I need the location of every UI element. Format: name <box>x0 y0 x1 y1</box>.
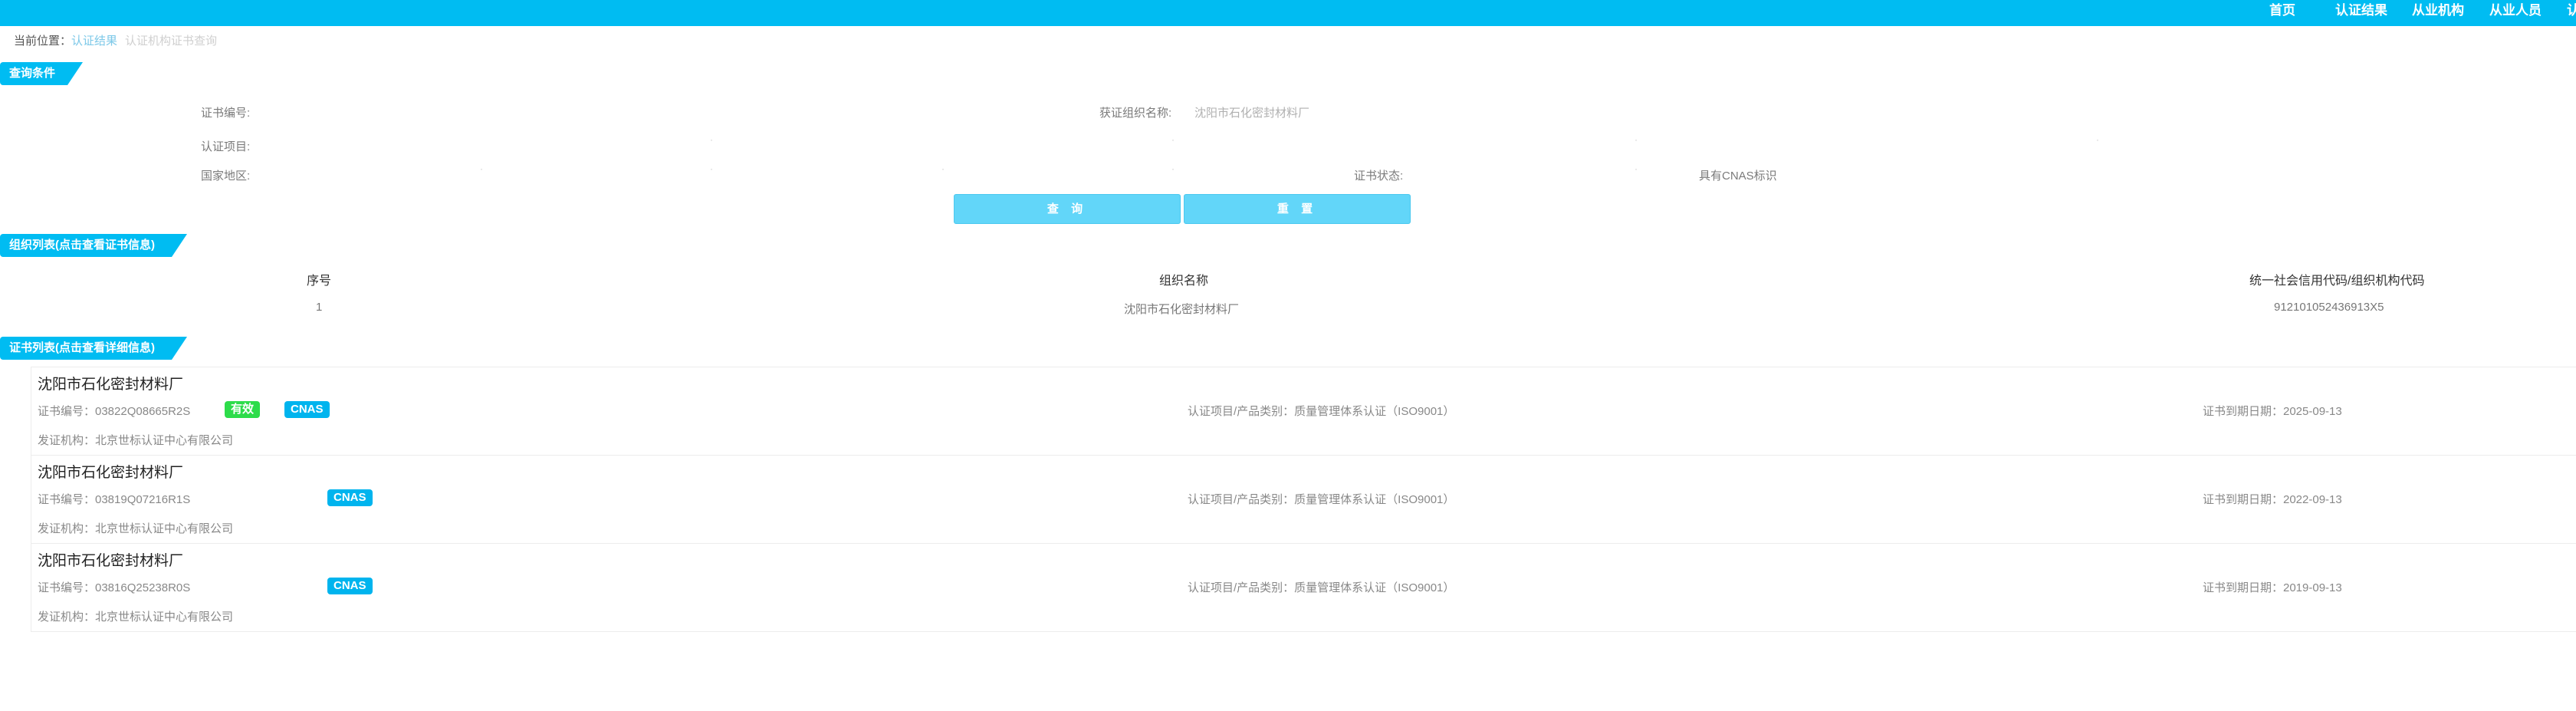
status-badge: 有效 <box>225 401 261 418</box>
reset-button[interactable]: 重 置 <box>1184 194 1411 224</box>
cert-project: 认证项目/产品类别：质量管理体系认证（ISO9001） <box>1188 493 1455 506</box>
cert-issuer: 发证机构：北京世标认证中心有限公司 <box>38 522 234 535</box>
divider-mark: · <box>710 134 713 145</box>
row-index: 1 <box>316 301 323 314</box>
cert-card[interactable]: 沈阳市石化密封材料厂 证书编号：03816Q25238R0S CNAS 认证项目… <box>31 543 2576 632</box>
cnas-badge: CNAS <box>327 489 373 506</box>
cert-card[interactable]: 沈阳市石化密封材料厂 证书编号：03822Q08665R2S 有效 CNAS 认… <box>31 367 2576 456</box>
cnas-filter-label[interactable]: 具有CNAS标识 <box>1699 167 1777 183</box>
region-label: 国家地区: <box>201 170 251 183</box>
org-name-field[interactable]: 沈阳市石化密封材料厂 <box>1194 104 1309 120</box>
cnas-badge: CNAS <box>284 401 330 418</box>
nav-practitioners[interactable]: 从业人员 <box>2489 0 2542 26</box>
divider-mark: · <box>941 163 945 174</box>
nav-home[interactable]: 首页 <box>2269 0 2295 26</box>
breadcrumb-current: 认证机构证书查询 <box>125 35 218 48</box>
cert-number: 证书编号：03816Q25238R0S <box>38 581 191 594</box>
section-org-list: 组织列表(点击查看证书信息) <box>0 234 187 257</box>
nav-cert-results[interactable]: 认证结果 <box>2335 0 2387 26</box>
section-query-conditions: 查询条件 <box>0 62 83 85</box>
breadcrumb-link[interactable]: 认证结果 <box>71 35 117 48</box>
cert-issuer: 发证机构：北京世标认证中心有限公司 <box>38 611 234 624</box>
cert-org-name: 沈阳市石化密封材料厂 <box>38 377 184 393</box>
cert-project: 认证项目/产品类别：质量管理体系认证（ISO9001） <box>1188 405 1455 418</box>
nav-institutions[interactable]: 从业机构 <box>2412 0 2464 26</box>
divider-mark: · <box>1635 163 1638 174</box>
row-org-name[interactable]: 沈阳市石化密封材料厂 <box>1124 301 1239 317</box>
cert-org-name: 沈阳市石化密封材料厂 <box>38 553 184 569</box>
nav-more[interactable]: 认 <box>2567 0 2576 26</box>
search-button[interactable]: 查 询 <box>954 194 1181 224</box>
divider-mark: · <box>1171 163 1175 174</box>
breadcrumb-prefix: 当前位置： <box>14 35 72 48</box>
section-cert-list: 证书列表(点击查看详细信息) <box>0 337 187 360</box>
cert-expiry: 证书到期日期：2025-09-13 <box>2203 405 2342 418</box>
cert-number: 证书编号：03822Q08665R2S <box>38 405 191 418</box>
cert-status-label: 证书状态: <box>1354 170 1404 183</box>
org-name-label: 获证组织名称: <box>1099 107 1172 120</box>
row-credit-code: 912101052436913X5 <box>2274 301 2384 314</box>
cert-number: 证书编号：03819Q07216R1S <box>38 493 191 506</box>
top-nav-bar: 首页 认证结果 从业机构 从业人员 认 <box>0 0 2576 26</box>
divider-mark: · <box>1635 134 1638 145</box>
divider-mark: · <box>710 163 713 174</box>
cert-card[interactable]: 沈阳市石化密封材料厂 证书编号：03819Q07216R1S CNAS 认证项目… <box>31 455 2576 544</box>
divider-mark: · <box>1171 134 1175 145</box>
col-header-index: 序号 <box>307 275 332 288</box>
cert-org-name: 沈阳市石化密封材料厂 <box>38 465 184 481</box>
cert-number-label: 证书编号: <box>201 107 251 120</box>
cert-expiry: 证书到期日期：2022-09-13 <box>2203 493 2342 506</box>
divider-mark: · <box>2096 134 2099 145</box>
cert-project: 认证项目/产品类别：质量管理体系认证（ISO9001） <box>1188 581 1455 594</box>
divider-mark: · <box>480 163 483 174</box>
cnas-badge: CNAS <box>327 578 373 594</box>
cert-issuer: 发证机构：北京世标认证中心有限公司 <box>38 434 234 447</box>
breadcrumb: 当前位置：认证结果 认证机构证书查询 <box>14 32 217 48</box>
project-label: 认证项目: <box>201 140 251 153</box>
cert-expiry: 证书到期日期：2019-09-13 <box>2203 581 2342 594</box>
col-header-credit-code: 统一社会信用代码/组织机构代码 <box>2249 275 2425 288</box>
col-header-org-name: 组织名称 <box>1159 275 1209 288</box>
